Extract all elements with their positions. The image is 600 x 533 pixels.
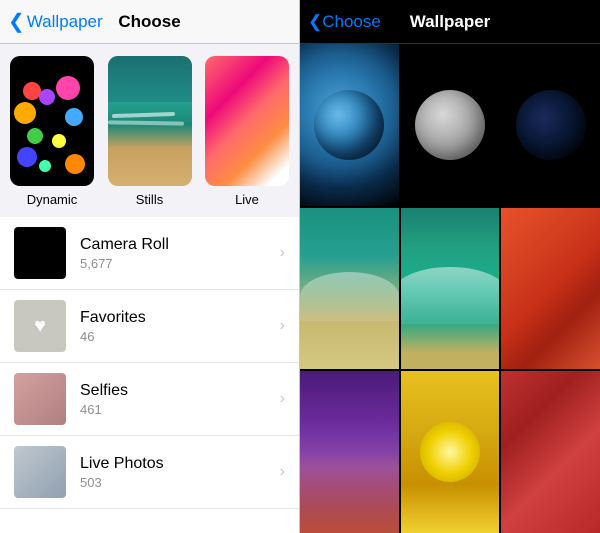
- wallpaper-cell-ocean1[interactable]: [300, 208, 399, 370]
- dot: [14, 102, 36, 124]
- live-thumb: [205, 56, 289, 186]
- stills-thumb: [108, 56, 192, 186]
- dot: [23, 82, 41, 100]
- wallpaper-cell-ocean2[interactable]: [401, 208, 500, 370]
- album-count-favorites: 46: [80, 329, 280, 344]
- dynamic-label: Dynamic: [27, 192, 78, 207]
- album-count-camera-roll: 5,677: [80, 256, 280, 271]
- chevron-right-icon-2: ›: [280, 317, 285, 335]
- album-item-favorites[interactable]: ♥ Favorites 46 ›: [0, 290, 299, 363]
- album-name-camera-roll: Camera Roll: [80, 236, 280, 254]
- album-item-selfies[interactable]: Selfies 461 ›: [0, 363, 299, 436]
- chevron-left-icon: ❮: [8, 9, 25, 34]
- album-thumb-camera-roll: [14, 227, 66, 279]
- dot: [17, 147, 37, 167]
- left-back-label: Wallpaper: [27, 12, 103, 32]
- wallpaper-types: Dynamic Stills Live: [0, 44, 299, 213]
- wallpaper-cell-night-earth[interactable]: [501, 44, 600, 206]
- left-nav-bar: ❮ Wallpaper Choose: [0, 0, 299, 44]
- live-label: Live: [235, 192, 259, 207]
- stills-label: Stills: [136, 192, 163, 207]
- stills-inner: [108, 56, 192, 186]
- left-back-button[interactable]: ❮ Wallpaper: [8, 9, 103, 34]
- chevron-right-icon-3: ›: [280, 390, 285, 408]
- right-nav-title: Wallpaper: [410, 12, 491, 32]
- right-back-label: Choose: [322, 12, 381, 32]
- dot: [65, 108, 83, 126]
- wallpaper-type-stills[interactable]: Stills: [108, 56, 192, 207]
- wave: [300, 272, 399, 321]
- wallpaper-cell-moon[interactable]: [401, 44, 500, 206]
- album-info-favorites: Favorites 46: [80, 309, 280, 344]
- album-list: Camera Roll 5,677 › ♥ Favorites 46 › Sel…: [0, 217, 299, 533]
- album-name-selfies: Selfies: [80, 382, 280, 400]
- wallpaper-cell-purple[interactable]: [300, 371, 399, 533]
- chevron-right-icon-4: ›: [280, 463, 285, 481]
- album-info-camera-roll: Camera Roll 5,677: [80, 236, 280, 271]
- wallpaper-type-dynamic[interactable]: Dynamic: [10, 56, 94, 207]
- album-thumb-favorites: ♥: [14, 300, 66, 352]
- album-item-live-photos[interactable]: Live Photos 503 ›: [0, 436, 299, 509]
- dots-container: [10, 56, 94, 186]
- night-earth-sphere: [516, 90, 586, 160]
- right-back-button[interactable]: ❮ Choose: [308, 12, 381, 32]
- wallpaper-type-live[interactable]: Live: [205, 56, 289, 207]
- wave2: [401, 267, 500, 324]
- album-name-favorites: Favorites: [80, 309, 280, 327]
- dot: [65, 154, 85, 174]
- right-panel: ❮ Choose Wallpaper: [300, 0, 600, 533]
- right-nav-bar: ❮ Choose Wallpaper: [300, 0, 600, 44]
- dot: [39, 160, 51, 172]
- album-count-live-photos: 503: [80, 475, 280, 490]
- purple-overlay: [300, 452, 399, 533]
- dot: [56, 76, 80, 100]
- beach-sky: [108, 56, 192, 108]
- dot: [39, 89, 55, 105]
- album-item-camera-roll[interactable]: Camera Roll 5,677 ›: [0, 217, 299, 290]
- wallpaper-cell-red-flowers[interactable]: [501, 371, 600, 533]
- left-nav-title: Choose: [118, 12, 180, 32]
- wallpaper-cell-yellow[interactable]: [401, 371, 500, 533]
- left-panel: ❮ Wallpaper Choose: [0, 0, 300, 533]
- wallpaper-cell-earth[interactable]: [300, 44, 399, 206]
- dynamic-thumb: [10, 56, 94, 186]
- album-info-live-photos: Live Photos 503: [80, 455, 280, 490]
- right-chevron-left-icon: ❮: [308, 12, 322, 32]
- dot: [52, 134, 66, 148]
- beach-sand: [108, 147, 192, 186]
- wallpaper-cell-flower[interactable]: [501, 208, 600, 370]
- album-info-selfies: Selfies 461: [80, 382, 280, 417]
- album-count-selfies: 461: [80, 402, 280, 417]
- yellow-center: [420, 422, 480, 482]
- wallpaper-grid: [300, 44, 600, 533]
- chevron-right-icon: ›: [280, 244, 285, 262]
- album-thumb-selfies: [14, 373, 66, 425]
- album-thumb-live-photos: [14, 446, 66, 498]
- heart-icon: ♥: [34, 315, 46, 338]
- album-name-live-photos: Live Photos: [80, 455, 280, 473]
- dot: [27, 128, 43, 144]
